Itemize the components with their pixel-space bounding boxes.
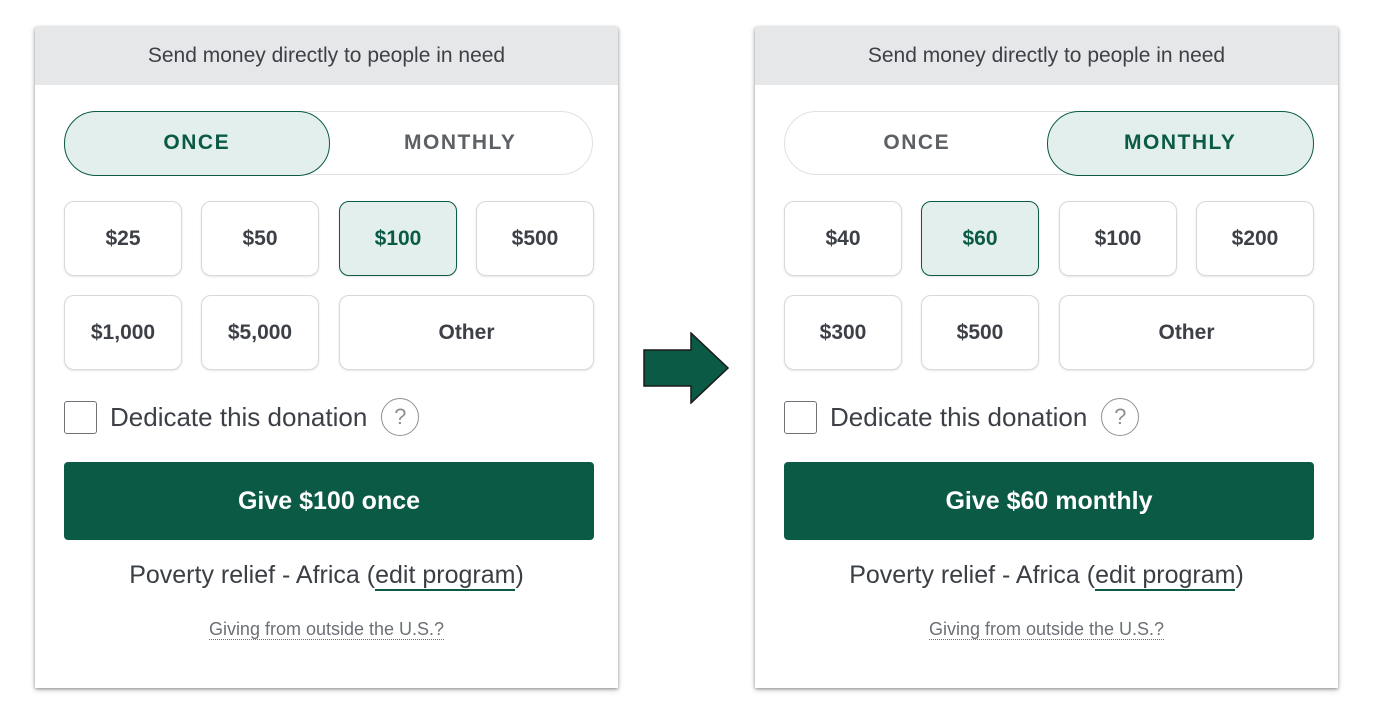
- outside-us-link[interactable]: Giving from outside the U.S.?: [208, 619, 445, 640]
- outside-us-link[interactable]: Giving from outside the U.S.?: [928, 619, 1165, 640]
- amount-button[interactable]: $200: [1196, 201, 1314, 276]
- program-name: Poverty relief - Africa (: [849, 561, 1096, 589]
- donation-widget-once: Send money directly to people in need ON…: [35, 27, 618, 688]
- frequency-toggle: ONCE MONTHLY: [63, 110, 594, 176]
- dedicate-label: Dedicate this donation: [830, 401, 1088, 432]
- frequency-monthly-tab[interactable]: MONTHLY: [1047, 110, 1314, 176]
- program-suffix: ): [1235, 561, 1244, 589]
- give-button[interactable]: Give $100 once: [64, 462, 594, 540]
- frequency-toggle: ONCE MONTHLY: [784, 110, 1314, 176]
- program-suffix: ): [515, 561, 524, 589]
- program-name: Poverty relief - Africa (: [129, 561, 376, 589]
- outside-us-row: Giving from outside the U.S.?: [35, 619, 618, 640]
- widget-header: Send money directly to people in need: [755, 27, 1338, 85]
- frequency-once-tab[interactable]: ONCE: [784, 111, 1051, 176]
- right-arrow-icon: [643, 332, 729, 404]
- amount-button[interactable]: $50: [201, 201, 319, 276]
- help-icon[interactable]: ?: [1101, 398, 1140, 436]
- amount-button[interactable]: $25: [64, 201, 182, 276]
- amount-button[interactable]: $1,000: [64, 295, 182, 370]
- other-amount-button[interactable]: Other: [339, 295, 594, 370]
- program-line: Poverty relief - Africa (edit program): [35, 561, 618, 591]
- frequency-monthly-tab[interactable]: MONTHLY: [327, 111, 594, 176]
- amount-button[interactable]: $300: [784, 295, 902, 370]
- amount-button[interactable]: $100: [1059, 201, 1177, 276]
- amount-button-selected[interactable]: $60: [921, 201, 1039, 276]
- donation-widget-monthly: Send money directly to people in need ON…: [755, 27, 1338, 688]
- edit-program-link[interactable]: edit program: [1095, 561, 1236, 591]
- dedicate-checkbox[interactable]: [64, 400, 97, 434]
- amount-button[interactable]: $40: [784, 201, 902, 276]
- frequency-once-tab[interactable]: ONCE: [63, 110, 330, 176]
- dedicate-row: Dedicate this donation ?: [64, 398, 420, 436]
- other-amount-button[interactable]: Other: [1059, 295, 1314, 370]
- program-line: Poverty relief - Africa (edit program): [755, 561, 1338, 591]
- amount-button-selected[interactable]: $100: [339, 201, 457, 276]
- dedicate-label: Dedicate this donation: [110, 401, 368, 432]
- edit-program-link[interactable]: edit program: [375, 561, 516, 591]
- dedicate-row: Dedicate this donation ?: [784, 398, 1140, 436]
- dedicate-checkbox[interactable]: [784, 400, 817, 434]
- amount-button[interactable]: $500: [921, 295, 1039, 370]
- amount-button[interactable]: $500: [476, 201, 594, 276]
- outside-us-row: Giving from outside the U.S.?: [755, 619, 1338, 640]
- amount-button[interactable]: $5,000: [201, 295, 319, 370]
- help-icon[interactable]: ?: [381, 398, 420, 436]
- give-button[interactable]: Give $60 monthly: [784, 462, 1314, 540]
- widget-header: Send money directly to people in need: [35, 27, 618, 85]
